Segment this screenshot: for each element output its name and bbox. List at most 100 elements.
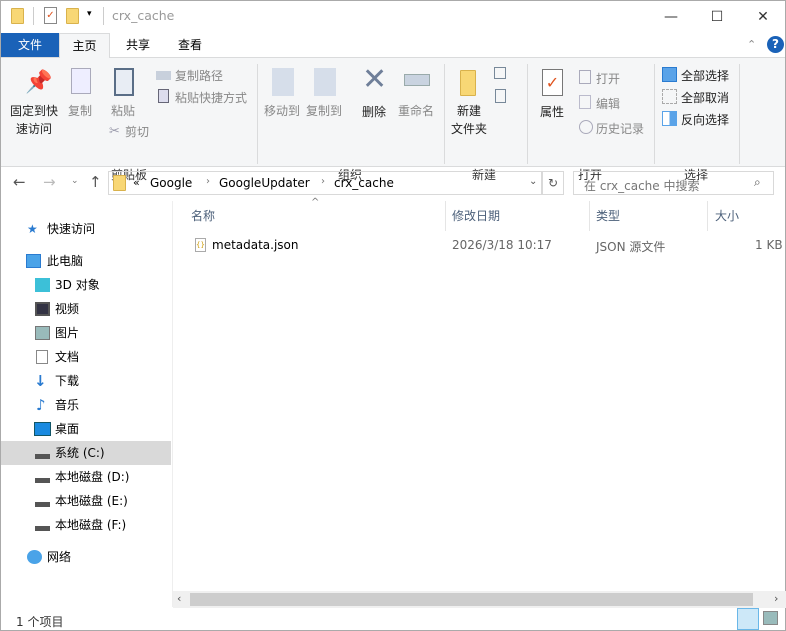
- divider: [527, 64, 528, 164]
- select-all-button[interactable]: 全部选择: [681, 67, 729, 84]
- horizontal-scrollbar[interactable]: ‹ ›: [173, 591, 786, 608]
- sidebar-item-videos[interactable]: 视频: [1, 297, 171, 321]
- open-button[interactable]: 打开: [596, 70, 620, 87]
- sidebar-label: 视频: [55, 302, 80, 316]
- file-name: metadata.json: [212, 238, 299, 252]
- sidebar-label: 桌面: [55, 422, 80, 436]
- move-to-button[interactable]: 移动到: [264, 102, 300, 119]
- tab-share[interactable]: 共享: [113, 33, 163, 57]
- column-divider[interactable]: [707, 201, 708, 231]
- sidebar-item-downloads[interactable]: ↓ 下载: [1, 369, 171, 393]
- new-folder-icon: [460, 70, 476, 96]
- file-modified: 2026/3/18 10:17: [452, 238, 552, 252]
- sidebar-item-quick-access[interactable]: ★ 快速访问: [1, 217, 171, 241]
- sidebar-item-desktop[interactable]: 桌面: [1, 417, 171, 441]
- refresh-button[interactable]: ↻: [542, 171, 564, 195]
- sidebar-item-music[interactable]: ♪ 音乐: [1, 393, 171, 417]
- column-header-size[interactable]: 大小: [715, 207, 739, 224]
- new-folder-button[interactable]: 新建: [457, 102, 481, 119]
- scroll-right-icon[interactable]: ›: [774, 592, 778, 605]
- chevron-right-icon[interactable]: ›: [321, 176, 325, 187]
- column-divider[interactable]: [589, 201, 590, 231]
- sidebar-item-drive-e[interactable]: 本地磁盘 (E:): [1, 489, 171, 513]
- sidebar-item-documents[interactable]: 文档: [1, 345, 171, 369]
- search-input[interactable]: 在 crx_cache 中搜索 ⌕: [573, 171, 774, 195]
- address-dropdown-icon[interactable]: ⌄: [529, 176, 537, 187]
- paste-shortcut-button[interactable]: 粘贴快捷方式: [175, 89, 247, 106]
- new-item-icon[interactable]: [494, 67, 506, 79]
- pin-quick-access-button[interactable]: 固定到快: [10, 102, 58, 119]
- column-header-name[interactable]: 名称: [191, 207, 215, 224]
- scrollbar-thumb[interactable]: [190, 593, 753, 606]
- tab-view[interactable]: 查看: [165, 33, 215, 57]
- minimize-button[interactable]: —: [648, 1, 694, 32]
- sidebar-item-drive-c[interactable]: 系统 (C:): [1, 441, 171, 465]
- column-divider[interactable]: [445, 201, 446, 231]
- copy-icon: [71, 68, 91, 94]
- copy-to-button[interactable]: 复制到: [306, 102, 342, 119]
- delete-button[interactable]: 删除: [362, 103, 386, 120]
- customize-quick-access-icon[interactable]: ▾: [87, 9, 92, 19]
- cut-button[interactable]: 剪切: [125, 123, 149, 140]
- help-icon[interactable]: ?: [767, 36, 784, 53]
- scroll-left-icon[interactable]: ‹: [177, 592, 181, 605]
- folder-icon: [113, 175, 126, 194]
- properties-quick-icon[interactable]: ✓: [44, 7, 57, 24]
- desktop-icon: [34, 422, 51, 436]
- chevron-right-icon[interactable]: ›: [206, 176, 210, 187]
- divider: [739, 64, 740, 164]
- paste-shortcut-icon: [158, 89, 169, 103]
- sidebar-item-this-pc[interactable]: 此电脑: [1, 249, 171, 273]
- maximize-button[interactable]: ☐: [694, 1, 740, 32]
- tab-home[interactable]: 主页: [59, 33, 110, 58]
- details-view-button[interactable]: [737, 608, 759, 630]
- divider: [654, 64, 655, 164]
- json-file-icon: {}: [195, 238, 206, 252]
- select-none-button[interactable]: 全部取消: [681, 89, 729, 106]
- sidebar-item-drive-f[interactable]: 本地磁盘 (F:): [1, 513, 171, 537]
- breadcrumb-google[interactable]: Google: [150, 176, 192, 190]
- sidebar-item-3d-objects[interactable]: 3D 对象: [1, 273, 171, 297]
- drive-icon: [35, 526, 50, 531]
- computer-icon: [26, 254, 41, 268]
- rename-icon: [404, 74, 430, 86]
- paste-button[interactable]: 粘贴: [111, 102, 135, 119]
- recent-locations-button[interactable]: ⌄: [71, 176, 79, 186]
- column-header-modified[interactable]: 修改日期: [452, 207, 500, 224]
- edit-icon: [579, 95, 591, 109]
- network-icon: [27, 550, 42, 564]
- copy-path-button[interactable]: 复制路径: [175, 67, 223, 84]
- copy-button[interactable]: 复制: [68, 102, 92, 119]
- sidebar-item-drive-d[interactable]: 本地磁盘 (D:): [1, 465, 171, 489]
- new-folder-quick-icon[interactable]: [66, 8, 79, 27]
- address-bar[interactable]: « Google › GoogleUpdater › crx_cache ⌄: [108, 171, 542, 195]
- breadcrumb-crx-cache[interactable]: crx_cache: [334, 176, 394, 190]
- history-button[interactable]: 历史记录: [596, 120, 644, 137]
- file-row[interactable]: {} metadata.json 2026/3/18 10:17 JSON 源文…: [187, 235, 786, 257]
- up-button[interactable]: ↑: [89, 173, 102, 191]
- close-button[interactable]: ✕: [740, 1, 786, 32]
- sidebar-label: 图片: [55, 326, 80, 340]
- sidebar-label: 快速访问: [47, 222, 96, 236]
- large-icons-view-button[interactable]: [763, 611, 778, 625]
- sidebar-item-network[interactable]: 网络: [1, 545, 171, 569]
- pin-icon: 📌: [25, 70, 53, 95]
- sidebar-label: 网络: [47, 550, 72, 564]
- collapse-ribbon-icon[interactable]: ⌃: [747, 38, 756, 51]
- sort-ascending-icon: ^: [311, 197, 320, 208]
- edit-button[interactable]: 编辑: [596, 95, 620, 112]
- tab-file[interactable]: 文件: [1, 33, 59, 57]
- drive-icon: [35, 454, 50, 459]
- sidebar-item-pictures[interactable]: 图片: [1, 321, 171, 345]
- forward-button[interactable]: →: [43, 173, 56, 191]
- folder-icon: [11, 8, 24, 27]
- invert-selection-button[interactable]: 反向选择: [681, 111, 729, 128]
- column-header-type[interactable]: 类型: [596, 207, 620, 224]
- rename-button[interactable]: 重命名: [398, 102, 434, 119]
- properties-button[interactable]: 属性: [540, 103, 564, 120]
- breadcrumb-googleupdater[interactable]: GoogleUpdater: [219, 176, 310, 190]
- sidebar-label: 3D 对象: [55, 278, 100, 292]
- breadcrumb-overflow[interactable]: «: [133, 176, 140, 189]
- back-button[interactable]: ←: [13, 173, 26, 191]
- easy-access-icon[interactable]: [495, 89, 506, 103]
